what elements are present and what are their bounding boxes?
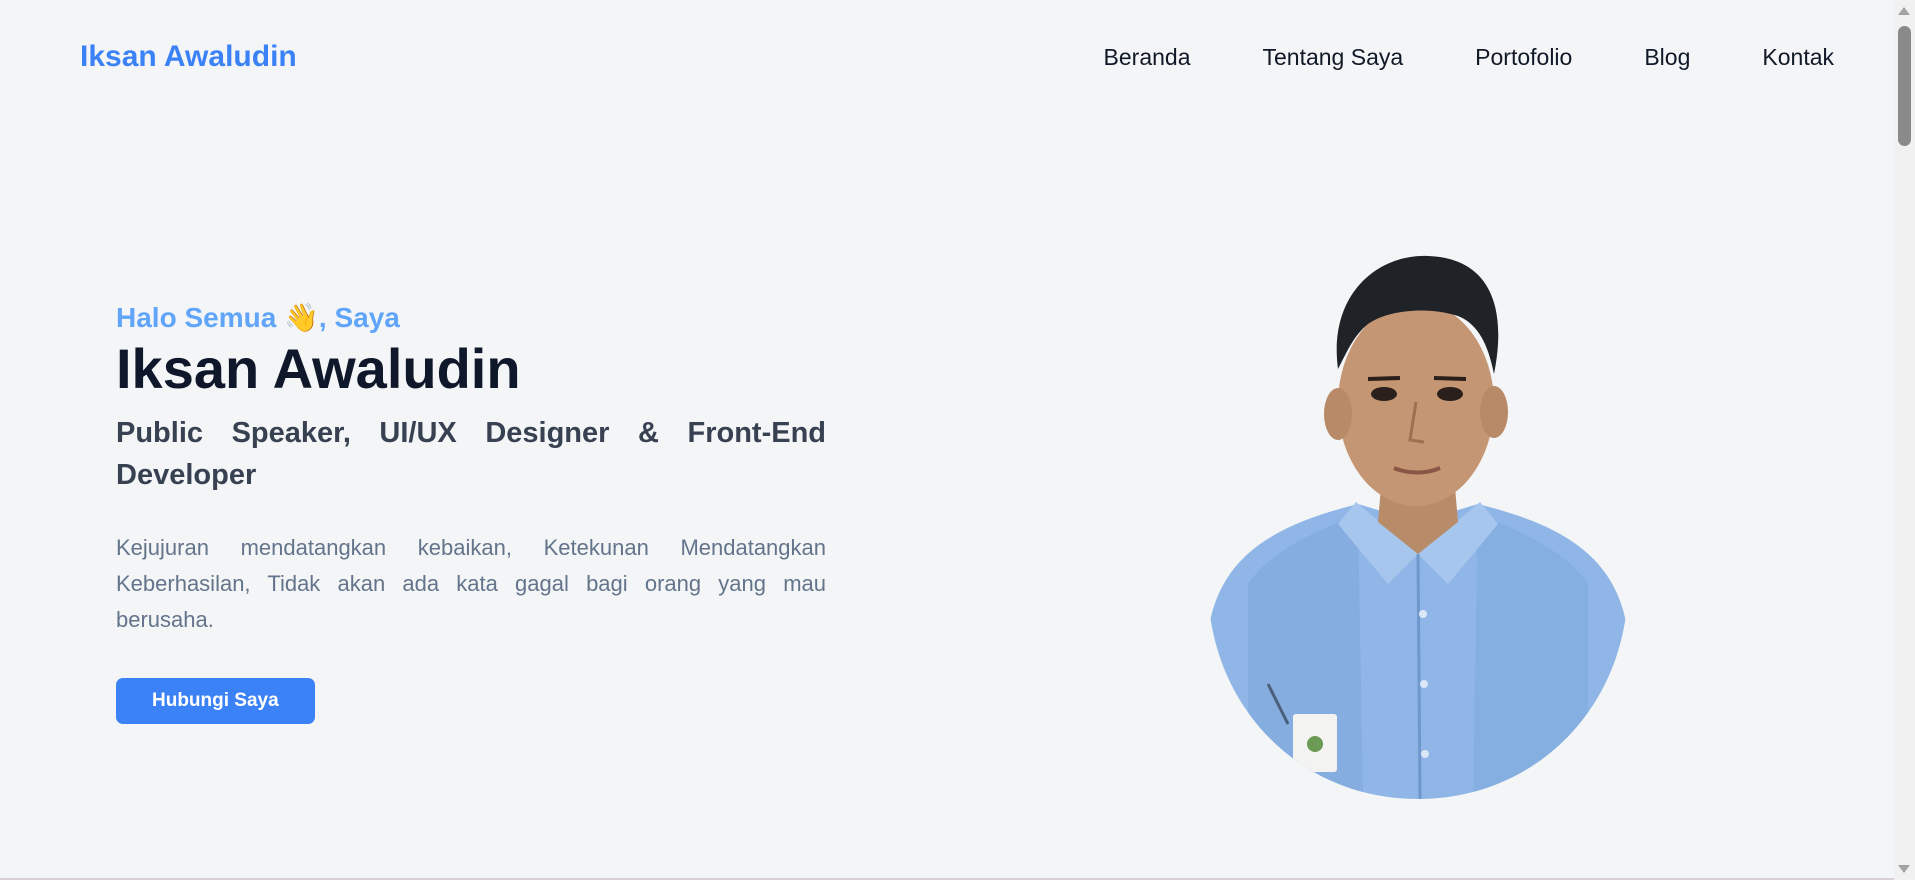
hero-name: Iksan Awaludin [116, 337, 521, 400]
vertical-scrollbar[interactable] [1894, 0, 1915, 880]
contact-me-button[interactable]: Hubungi Saya [116, 678, 315, 724]
hero-role: Public Speaker, UI/UX Designer & Front-E… [116, 417, 826, 491]
hero-greeting: Halo Semua 👋, Saya [116, 302, 400, 333]
profile-photo-illustration [1208, 255, 1628, 799]
scroll-down-icon[interactable] [1898, 865, 1910, 873]
brand-logo-link[interactable]: Iksan Awaludin [80, 40, 297, 74]
site-header: Iksan Awaludin Beranda Tentang Saya Port… [0, 0, 1894, 120]
main-nav: Beranda Tentang Saya Portofolio Blog Kon… [1104, 44, 1834, 71]
scrollbar-thumb[interactable] [1898, 26, 1911, 146]
nav-item-kontak[interactable]: Kontak [1762, 44, 1834, 71]
scroll-up-icon[interactable] [1898, 7, 1910, 15]
page: Iksan Awaludin Beranda Tentang Saya Port… [0, 0, 1915, 880]
nav-item-portofolio[interactable]: Portofolio [1475, 44, 1572, 71]
nav-item-tentang-saya[interactable]: Tentang Saya [1263, 44, 1404, 71]
nav-item-blog[interactable]: Blog [1644, 44, 1690, 71]
nav-item-beranda[interactable]: Beranda [1104, 44, 1191, 71]
profile-photo [1188, 254, 1648, 799]
hero-description: Kejujuran mendatangkan kebaikan, Ketekun… [116, 535, 826, 632]
hero-section: Halo Semua 👋, Saya Iksan Awaludin Public… [116, 300, 826, 724]
